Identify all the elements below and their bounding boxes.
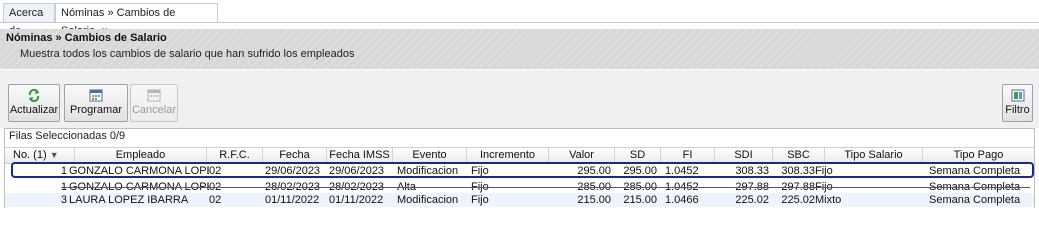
column-header-fecha-imss[interactable]: Fecha IMSS bbox=[327, 148, 393, 163]
column-header-tipo-pago[interactable]: Tipo Pago bbox=[923, 148, 1034, 163]
cell-fecha-imss: 01/11/2022 bbox=[329, 194, 384, 206]
column-header-tipo-salario[interactable]: Tipo Salario bbox=[825, 148, 923, 163]
cell-tipo-salario: Fijo bbox=[815, 181, 833, 193]
table-row[interactable]: 3 LAURA LOPEZ IBARRA 02 01/11/2022 01/11… bbox=[5, 193, 1034, 207]
cell-fi: 1.0466 bbox=[665, 194, 699, 206]
cell-evento: Alta bbox=[397, 181, 416, 193]
cell-valor: 215.00 bbox=[577, 194, 611, 206]
column-header-sbc[interactable]: SBC bbox=[773, 148, 825, 163]
tab-cambios-de-salario[interactable]: Nóminas » Cambios de Salario× bbox=[55, 3, 218, 37]
cancelar-button[interactable]: Cancelar bbox=[130, 84, 178, 122]
cell-sd: 215.00 bbox=[623, 194, 657, 206]
salary-changes-grid: Filas Seleccionadas 0/9 No. (1) ▼ Emplea… bbox=[4, 128, 1035, 208]
cell-tipo-pago: Semana Completa bbox=[929, 194, 1021, 206]
filtro-label: Filtro bbox=[1005, 104, 1030, 116]
actualizar-label: Actualizar bbox=[9, 104, 59, 116]
cell-valor: 285.00 bbox=[577, 181, 611, 193]
page-description: Muestra todos los cambios de salario que… bbox=[20, 48, 355, 60]
column-header-evento[interactable]: Evento bbox=[393, 148, 467, 163]
cell-sdi: 297.88 bbox=[735, 181, 769, 193]
table-row[interactable]: 1 GONZALO CARMONA LOPEZ 02 28/02/2023 28… bbox=[5, 180, 1034, 194]
cell-fecha: 01/11/2022 bbox=[265, 194, 320, 206]
column-header-fecha[interactable]: Fecha bbox=[263, 148, 327, 163]
cell-sd: 285.00 bbox=[623, 181, 657, 193]
programar-label: Programar bbox=[70, 104, 122, 116]
selected-row-outline bbox=[11, 162, 1034, 178]
cell-tipo-pago: Semana Completa bbox=[929, 181, 1021, 193]
cell-fecha: 28/02/2023 bbox=[265, 181, 321, 193]
cell-sbc: 225.02 bbox=[781, 194, 815, 206]
column-header-sdi[interactable]: SDI bbox=[715, 148, 773, 163]
cell-sdi: 225.02 bbox=[735, 194, 769, 206]
column-header-empleado[interactable]: Empleado bbox=[75, 148, 207, 163]
toolbar: Actualizar Programar Cancelar Filtro bbox=[0, 70, 1039, 128]
cell-no: 1 bbox=[60, 181, 67, 193]
cell-incremento: Fijo bbox=[471, 181, 489, 193]
cell-tipo-salario: Mixto bbox=[815, 194, 842, 206]
cell-empleado: LAURA LOPEZ IBARRA bbox=[69, 194, 189, 206]
calendar-cancel-icon bbox=[147, 89, 161, 102]
selection-info: Filas Seleccionadas 0/9 bbox=[9, 130, 126, 142]
cell-rfc: 02 bbox=[209, 181, 222, 193]
cancelar-label: Cancelar bbox=[131, 104, 177, 116]
page-header: Nóminas » Cambios de Salario Muestra tod… bbox=[0, 29, 1039, 69]
tab-bar: Acerca de Nóminas » Cambios de Salario× bbox=[0, 0, 1039, 37]
cell-incremento: Fijo bbox=[471, 194, 489, 206]
column-header-valor[interactable]: Valor bbox=[549, 148, 615, 163]
sort-desc-icon: ▼ bbox=[49, 150, 59, 160]
refresh-icon bbox=[28, 89, 40, 102]
cell-fi: 1.0452 bbox=[665, 181, 699, 193]
calendar-icon bbox=[89, 89, 103, 102]
cell-rfc: 02 bbox=[209, 194, 222, 206]
cell-no: 3 bbox=[60, 194, 67, 206]
cell-fecha-imss: 28/02/2023 bbox=[329, 181, 385, 193]
cell-sbc: 297.88 bbox=[781, 181, 815, 193]
column-header-rfc[interactable]: R.F.C. bbox=[207, 148, 263, 163]
filtro-button[interactable]: Filtro bbox=[1002, 84, 1033, 122]
filter-icon bbox=[1011, 89, 1024, 102]
column-header-no[interactable]: No. (1) ▼ bbox=[5, 148, 75, 163]
column-header-incremento[interactable]: Incremento bbox=[467, 148, 549, 163]
column-header-sd[interactable]: SD bbox=[615, 148, 661, 163]
page-title: Nóminas » Cambios de Salario bbox=[6, 32, 167, 44]
tab-acerca-de[interactable]: Acerca de bbox=[3, 3, 55, 37]
cell-evento: Modificacion bbox=[397, 194, 459, 206]
programar-button[interactable]: Programar bbox=[64, 84, 128, 122]
actualizar-button[interactable]: Actualizar bbox=[8, 84, 60, 122]
column-header-fi[interactable]: FI bbox=[661, 148, 715, 163]
cell-empleado: GONZALO CARMONA LOPEZ bbox=[69, 181, 209, 193]
